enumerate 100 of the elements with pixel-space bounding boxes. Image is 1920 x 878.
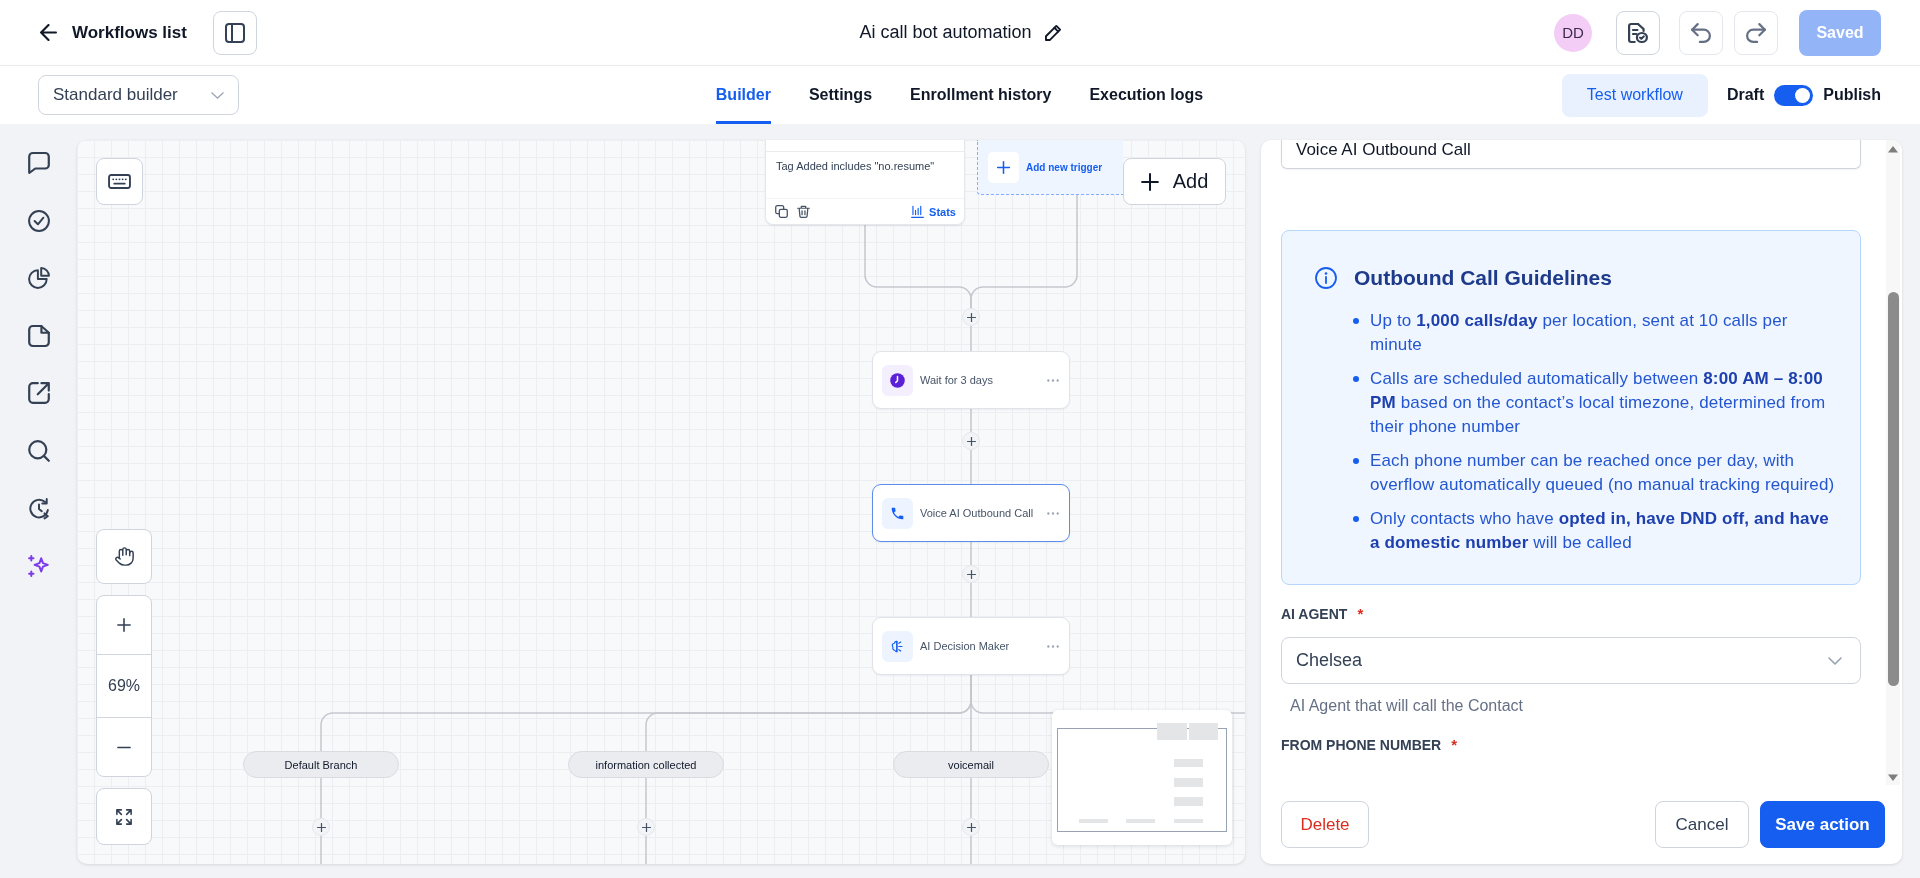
builder-select[interactable]: Standard builder: [38, 75, 239, 115]
tab[interactable]: Execution logs: [1089, 66, 1204, 124]
field-label: FROM PHONE NUMBER: [1281, 737, 1442, 753]
redo-icon: [1746, 22, 1766, 43]
required-mark: *: [1451, 737, 1458, 753]
more-icon[interactable]: [1047, 378, 1059, 382]
connector-line: [645, 777, 647, 819]
more-icon[interactable]: [1047, 511, 1059, 515]
add-step-button[interactable]: [962, 432, 980, 450]
minimap-block: [1174, 778, 1203, 787]
field-help-text: AI Agent that will call the Contact: [1289, 697, 1524, 715]
scroll-down-icon[interactable]: [1887, 774, 1899, 782]
action-node[interactable]: AI Decision Maker: [872, 617, 1070, 675]
undo-button[interactable]: [1679, 10, 1723, 55]
back-button[interactable]: Workflows list: [40, 17, 187, 48]
plus-icon: [316, 822, 326, 832]
node-label: Wait for 3 days: [920, 374, 993, 386]
connector-line: [970, 582, 972, 618]
zoom-level: 69%: [97, 654, 151, 718]
connector-line: [970, 408, 972, 433]
add-step-button[interactable]: [637, 818, 655, 836]
branch-label[interactable]: Default Branch: [243, 751, 399, 778]
connector-line: [970, 541, 972, 566]
plus-icon: [966, 436, 976, 446]
document-button[interactable]: [1616, 10, 1660, 55]
trigger-condition: Tag Added includes "no.resume": [776, 160, 935, 172]
add-step-button[interactable]: [962, 308, 980, 326]
branch-label[interactable]: voicemail: [893, 751, 1049, 778]
phone-icon: [882, 497, 913, 529]
redo-button[interactable]: [1734, 10, 1778, 55]
scroll-up-icon[interactable]: [1887, 145, 1899, 153]
clock-arrow-icon[interactable]: [27, 497, 50, 520]
minimap-block: [1174, 759, 1203, 767]
scrollbar-track[interactable]: [1886, 140, 1900, 785]
field-label: AI AGENT: [1281, 606, 1348, 622]
scrollbar-thumb[interactable]: [1888, 292, 1899, 686]
workflow-title: Ai call bot automation: [859, 22, 1032, 43]
arrow-left-icon: [40, 24, 57, 41]
panel-layout-icon: [224, 22, 245, 43]
tab[interactable]: Builder: [715, 66, 771, 124]
fit-view-button[interactable]: [96, 788, 152, 845]
keyboard-icon: [108, 174, 131, 189]
plus-icon: [117, 618, 131, 632]
pie-chart-icon[interactable]: [27, 267, 50, 290]
connector-line: [320, 835, 322, 864]
action-node[interactable]: Voice AI Outbound Call: [872, 484, 1070, 542]
brain-icon: [882, 630, 913, 662]
delete-button[interactable]: Delete: [1281, 801, 1369, 848]
pencil-icon[interactable]: [1044, 24, 1062, 41]
add-step-button[interactable]: [962, 565, 980, 583]
connector-line: [970, 449, 972, 485]
plus-icon: [988, 151, 1019, 183]
chat-icon[interactable]: [27, 152, 50, 174]
check-circle-icon[interactable]: [27, 209, 50, 232]
connector-line: [645, 835, 647, 864]
guideline-text: Calls are scheduled automatically between 8:00 AM – 8:00 PM based on the contact’s local timezone, determined from their phone number: [1370, 368, 1827, 438]
bullet-icon: [1353, 458, 1359, 464]
add-step-button[interactable]: [962, 818, 980, 836]
trash-icon[interactable]: [797, 205, 810, 218]
connector-line: [970, 777, 972, 819]
test-workflow-button[interactable]: Test workflow: [1561, 73, 1708, 117]
external-link-icon[interactable]: [27, 382, 50, 405]
clock-icon: [882, 364, 913, 396]
tab[interactable]: Settings: [808, 66, 873, 124]
cancel-button[interactable]: Cancel: [1655, 801, 1749, 848]
sidebar-toggle-button[interactable]: [212, 10, 257, 55]
copy-icon[interactable]: [775, 205, 788, 218]
add-step-button[interactable]: [312, 818, 330, 836]
info-icon: [1315, 267, 1337, 289]
chevron-down-icon: [211, 91, 224, 99]
branch-label[interactable]: information collected: [568, 751, 724, 778]
search-icon[interactable]: [27, 439, 50, 462]
add-button[interactable]: Add: [1123, 158, 1226, 205]
publish-toggle[interactable]: [1774, 84, 1814, 106]
required-mark: *: [1357, 606, 1364, 622]
trigger-card[interactable]: Tag Added includes "no.resume" Stats: [765, 140, 965, 225]
pan-button[interactable]: [96, 529, 152, 584]
draft-label: Draft: [1726, 86, 1765, 104]
user-avatar[interactable]: DD: [1554, 13, 1592, 52]
file-icon[interactable]: [27, 324, 50, 347]
connector-line: [320, 777, 322, 819]
node-label: Voice AI Outbound Call: [920, 507, 1034, 519]
chevron-down-icon: [1828, 656, 1842, 665]
agent-select[interactable]: Chelsea: [1281, 637, 1861, 684]
add-trigger-button[interactable]: Add new trigger: [977, 140, 1123, 195]
expand-icon: [116, 808, 132, 825]
guidelines-title: Outbound Call Guidelines: [1354, 265, 1612, 291]
stats-button[interactable]: Stats: [911, 205, 956, 218]
tab[interactable]: Enrollment history: [910, 66, 1052, 124]
minimap-block: [1157, 723, 1187, 740]
save-action-button[interactable]: Save action: [1760, 801, 1885, 848]
more-icon[interactable]: [1047, 644, 1059, 648]
undo-icon: [1691, 22, 1711, 43]
plus-icon: [966, 312, 976, 322]
keyboard-shortcuts-button[interactable]: [96, 158, 143, 205]
action-name-field[interactable]: Voice AI Outbound Call: [1281, 140, 1861, 169]
sparkle-icon[interactable]: [27, 555, 50, 578]
bullet-icon: [1353, 516, 1359, 522]
action-node[interactable]: Wait for 3 days: [872, 351, 1070, 409]
guideline-text: Only contacts who have opted in, have DND off, and have a domestic number will be called: [1370, 508, 1830, 554]
